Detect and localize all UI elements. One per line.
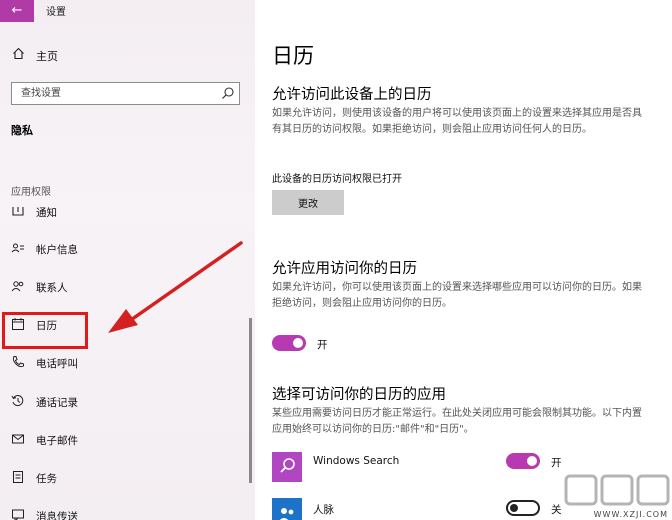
app-access-toggle[interactable] <box>272 335 306 351</box>
app-access-description: 如果允许访问，你可以使用该页面上的设置来选择哪些应用可以访问你的日历。如果拒绝访… <box>272 282 642 309</box>
back-button[interactable]: ← <box>0 0 34 22</box>
watermark-text: WWW.XZJI.COM <box>593 510 668 519</box>
sidebar-item-label: 通话记录 <box>36 397 78 409</box>
sidebar-item-tasks[interactable]: 任务 <box>0 463 245 493</box>
device-access-status: 此设备的日历访问权限已打开 <box>272 174 402 185</box>
watermark-logo: WWW.XZJI.COM <box>560 468 672 520</box>
sidebar-item-label: 电话呼叫 <box>36 358 78 370</box>
change-button[interactable]: 更改 <box>272 190 344 215</box>
account-info-icon <box>10 241 26 257</box>
sidebar-item-label: 帐户信息 <box>36 244 78 256</box>
search-input[interactable] <box>13 84 213 103</box>
sidebar: ← 设置 主页 隐私 应用权限 通知 帐户信息 联系人 <box>0 0 255 520</box>
search-app-icon <box>272 452 302 482</box>
people-app-icon <box>272 498 302 520</box>
sidebar-item-label: 联系人 <box>36 282 68 294</box>
home-nav-item[interactable]: 主页 <box>0 44 250 66</box>
sidebar-item-label: 消息传送 <box>36 511 78 520</box>
tasks-icon <box>10 470 26 486</box>
search-icon[interactable] <box>221 86 235 100</box>
device-access-description: 如果允许访问，则使用该设备的用户将可以使用该页面上的设置来选择其应用是否具有其日… <box>272 108 642 135</box>
sidebar-item-label: 任务 <box>36 473 57 485</box>
title-bar: ← 设置 <box>0 0 255 22</box>
sidebar-scrollbar[interactable] <box>249 318 252 483</box>
email-icon <box>10 432 26 448</box>
sidebar-item-messaging[interactable]: 消息传送 <box>0 501 245 520</box>
call-history-icon <box>10 394 26 410</box>
contacts-icon <box>10 279 26 295</box>
sidebar-item-label: 电子邮件 <box>36 435 78 447</box>
main-content: 日历 允许访问此设备上的日历 如果允许访问，则使用该设备的用户将可以使用该页面上… <box>255 0 672 520</box>
home-label: 主页 <box>36 50 58 63</box>
choose-apps-heading: 选择可访问你的日历的应用 <box>272 387 446 403</box>
sidebar-item-notifications[interactable]: 通知 <box>0 197 245 227</box>
sidebar-item-label: 通知 <box>36 207 57 219</box>
notification-icon <box>10 204 26 220</box>
sidebar-item-account-info[interactable]: 帐户信息 <box>0 234 245 264</box>
page-title: 日历 <box>272 44 314 68</box>
app-name: Windows Search <box>313 455 400 467</box>
app-title: 设置 <box>46 7 66 18</box>
phone-icon <box>10 355 26 371</box>
app-name: 人脉 <box>313 504 334 516</box>
sidebar-item-email[interactable]: 电子邮件 <box>0 425 245 455</box>
sidebar-item-phone-calls[interactable]: 电话呼叫 <box>0 348 245 378</box>
section-title: 隐私 <box>11 124 33 137</box>
people-toggle[interactable] <box>506 500 540 516</box>
sidebar-item-call-history[interactable]: 通话记录 <box>0 387 245 417</box>
app-access-toggle-label: 开 <box>317 339 328 351</box>
home-icon <box>12 47 25 64</box>
app-access-heading: 允许应用访问你的日历 <box>272 261 417 277</box>
highlight-box <box>2 312 88 349</box>
device-access-heading: 允许访问此设备上的日历 <box>272 87 432 103</box>
group-label: 应用权限 <box>11 187 51 198</box>
choose-apps-description: 某些应用需要访问日历才能正常运行。在此处关闭应用可能会限制其功能。以下内置应用始… <box>272 408 642 435</box>
messaging-icon <box>10 508 26 520</box>
sidebar-item-contacts[interactable]: 联系人 <box>0 272 245 302</box>
windows-search-toggle[interactable] <box>506 453 540 469</box>
search-box[interactable] <box>11 82 240 105</box>
